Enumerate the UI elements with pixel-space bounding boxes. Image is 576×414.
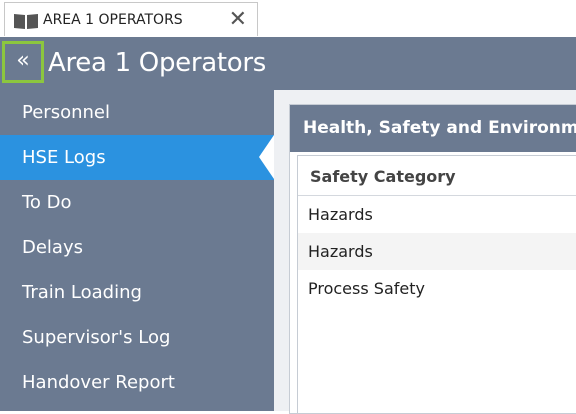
main-content: Health, Safety and Environment Safety Ca… (274, 90, 576, 414)
panel-title: Health, Safety and Environment (303, 118, 576, 138)
tab-strip: AREA 1 OPERATORS ✕ (0, 0, 576, 38)
close-icon[interactable]: ✕ (229, 6, 247, 34)
table-cell: Hazards (308, 205, 373, 224)
column-header-safety-category[interactable]: Safety Category (298, 156, 576, 196)
page-title: Area 1 Operators (48, 48, 267, 78)
sidebar-item-delays[interactable]: Delays (0, 225, 274, 270)
column-header-label: Safety Category (310, 167, 456, 186)
sidebar-item-hse-logs[interactable]: HSE Logs (0, 135, 274, 180)
tab-label: AREA 1 OPERATORS (43, 12, 183, 28)
sidebar-item-label: HSE Logs (22, 147, 106, 168)
sidebar-item-to-do[interactable]: To Do (0, 180, 274, 225)
table-row[interactable]: Process Safety (298, 270, 576, 307)
sidebar-item-label: Train Loading (22, 282, 142, 303)
sidebar-item-handover-report[interactable]: Handover Report (0, 360, 274, 405)
safety-grid: Safety Category Hazards Hazards Process … (297, 155, 576, 413)
book-icon (14, 14, 38, 29)
sidebar: Personnel HSE Logs To Do Delays Train Lo… (0, 90, 274, 411)
sidebar-item-label: Handover Report (22, 372, 175, 393)
collapse-sidebar-button[interactable]: « (2, 41, 44, 83)
table-cell: Process Safety (308, 279, 425, 298)
sidebar-item-train-loading[interactable]: Train Loading (0, 270, 274, 315)
sidebar-item-personnel[interactable]: Personnel (0, 90, 274, 135)
app-header: « Area 1 Operators (0, 37, 576, 90)
sidebar-item-label: To Do (22, 192, 72, 213)
active-indicator (259, 135, 274, 179)
table-row[interactable]: Hazards (298, 196, 576, 233)
sidebar-item-label: Supervisor's Log (22, 327, 171, 348)
panel-header: Health, Safety and Environment (290, 105, 576, 152)
double-chevron-left-icon: « (16, 48, 30, 73)
sidebar-item-label: Delays (22, 237, 83, 258)
table-row[interactable]: Hazards (298, 233, 576, 270)
sidebar-item-supervisors-log[interactable]: Supervisor's Log (0, 315, 274, 360)
tab-area-1-operators[interactable]: AREA 1 OPERATORS ✕ (4, 2, 258, 36)
sidebar-item-label: Personnel (22, 102, 110, 123)
table-cell: Hazards (308, 242, 373, 261)
hse-panel: Health, Safety and Environment Safety Ca… (289, 104, 576, 414)
